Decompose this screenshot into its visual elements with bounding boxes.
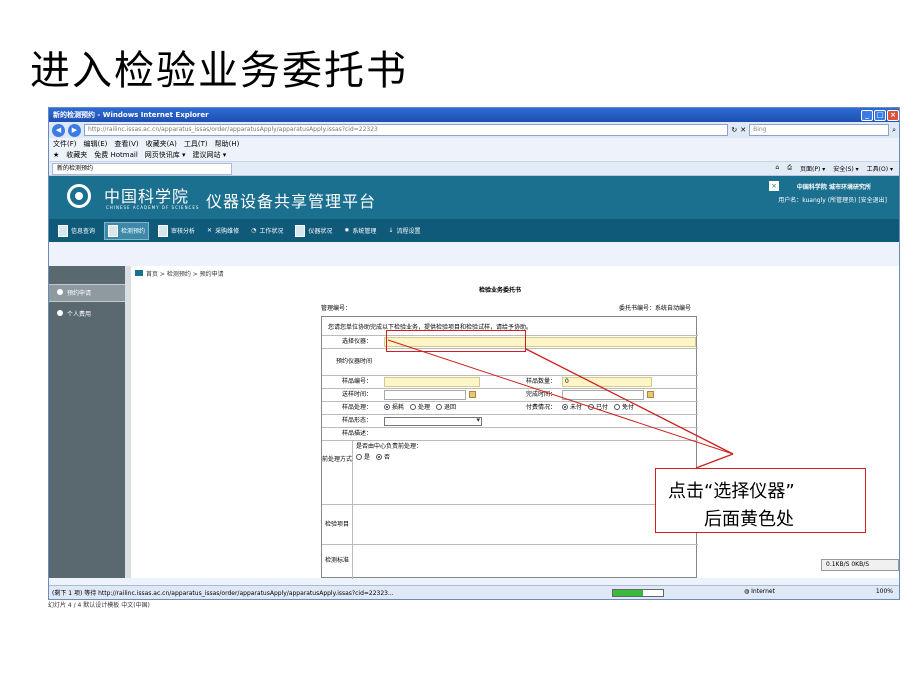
annotation-arrows xyxy=(387,339,734,469)
arrow-line-2 xyxy=(387,339,734,455)
arrow-line-1 xyxy=(525,348,734,455)
callout-line-1: 点击“选择仪器” xyxy=(668,481,795,502)
callout-line-2: 后面黄色处 xyxy=(704,509,794,530)
arrow-line-3 xyxy=(695,453,734,469)
instruction-callout: 点击“选择仪器” 后面黄色处 xyxy=(655,468,866,533)
